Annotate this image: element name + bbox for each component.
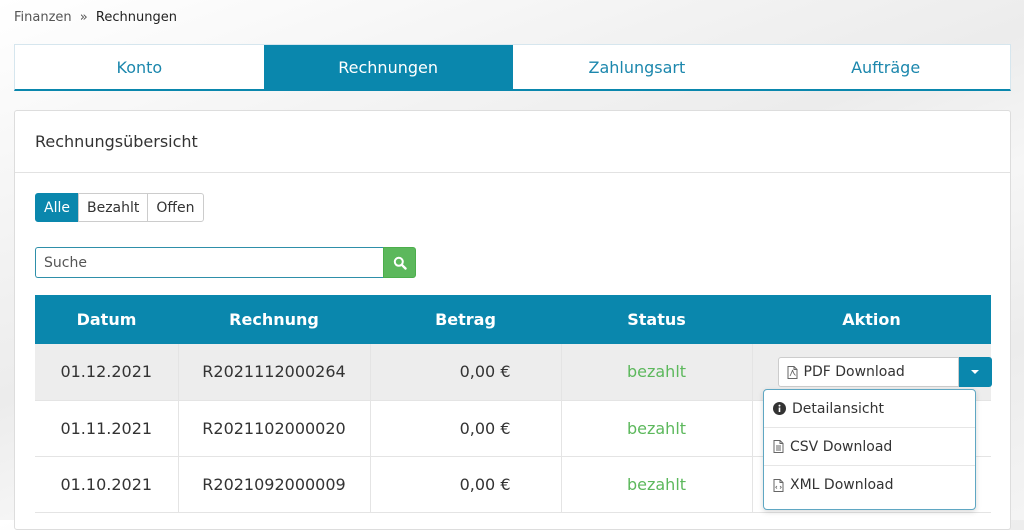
cell-invoice: R2021102000020 bbox=[178, 400, 371, 457]
action-dropdown-toggle[interactable] bbox=[958, 357, 992, 387]
pdf-file-icon bbox=[787, 365, 798, 379]
breadcrumb: Finanzen » Rechnungen bbox=[14, 10, 177, 25]
col-rechnung[interactable]: Rechnung bbox=[178, 295, 370, 344]
search-icon bbox=[393, 256, 407, 270]
cell-date: 01.11.2021 bbox=[35, 400, 179, 457]
cell-status: bezahlt bbox=[561, 400, 753, 457]
panel-title: Rechnungsübersicht bbox=[15, 111, 1010, 173]
code-file-icon bbox=[773, 478, 784, 492]
search-input[interactable] bbox=[35, 247, 383, 278]
col-betrag[interactable]: Betrag bbox=[370, 295, 561, 344]
menu-item-label: Detailansicht bbox=[792, 400, 884, 417]
cell-amount: 0,00 € bbox=[370, 400, 562, 457]
col-datum[interactable]: Datum bbox=[35, 295, 178, 344]
cell-status: bezahlt bbox=[561, 344, 753, 401]
menu-item-label: XML Download bbox=[790, 477, 894, 493]
cell-amount: 0,00 € bbox=[370, 456, 562, 513]
col-aktion: Aktion bbox=[752, 295, 991, 344]
pdf-download-label: PDF Download bbox=[803, 364, 905, 380]
tab-zahlungsart[interactable]: Zahlungsart bbox=[513, 45, 762, 89]
breadcrumb-separator: » bbox=[79, 10, 88, 25]
info-circle-icon bbox=[773, 402, 786, 415]
col-status[interactable]: Status bbox=[561, 295, 752, 344]
cell-date: 01.10.2021 bbox=[35, 456, 179, 513]
breadcrumb-current: Rechnungen bbox=[95, 10, 177, 25]
menu-item-csv-download[interactable]: CSV Download bbox=[764, 428, 975, 466]
document-icon bbox=[773, 440, 784, 453]
filter-bezahlt-button[interactable]: Bezahlt bbox=[77, 193, 149, 222]
table-header-row: Datum Rechnung Betrag Status Aktion bbox=[35, 295, 991, 344]
tab-konto[interactable]: Konto bbox=[15, 45, 264, 89]
pdf-download-button[interactable]: PDF Download bbox=[777, 357, 959, 387]
menu-item-detailansicht[interactable]: Detailansicht bbox=[764, 390, 975, 428]
filter-offen-button[interactable]: Offen bbox=[147, 193, 204, 222]
status-filter-group: Alle Bezahlt Offen bbox=[35, 193, 204, 222]
search-button[interactable] bbox=[383, 247, 416, 278]
breadcrumb-finanzen[interactable]: Finanzen bbox=[14, 10, 72, 25]
cell-invoice: R2021092000009 bbox=[178, 456, 371, 513]
menu-item-label: CSV Download bbox=[790, 438, 893, 455]
filter-alle-button[interactable]: Alle bbox=[35, 193, 79, 222]
cell-invoice: R2021112000264 bbox=[178, 344, 371, 401]
action-button-group: PDF Download bbox=[777, 357, 992, 387]
cell-amount: 0,00 € bbox=[370, 344, 562, 401]
action-dropdown-menu: Detailansicht CSV Download XML Download bbox=[763, 389, 976, 510]
tab-auftraege[interactable]: Aufträge bbox=[761, 45, 1010, 89]
caret-down-icon bbox=[971, 370, 979, 374]
cell-status: bezahlt bbox=[561, 456, 753, 513]
tab-rechnungen[interactable]: Rechnungen bbox=[263, 45, 513, 89]
tab-bar: Konto Rechnungen Zahlungsart Aufträge bbox=[14, 44, 1011, 91]
cell-date: 01.12.2021 bbox=[35, 344, 179, 401]
search-bar bbox=[35, 247, 416, 278]
menu-item-xml-download[interactable]: XML Download bbox=[764, 466, 975, 504]
